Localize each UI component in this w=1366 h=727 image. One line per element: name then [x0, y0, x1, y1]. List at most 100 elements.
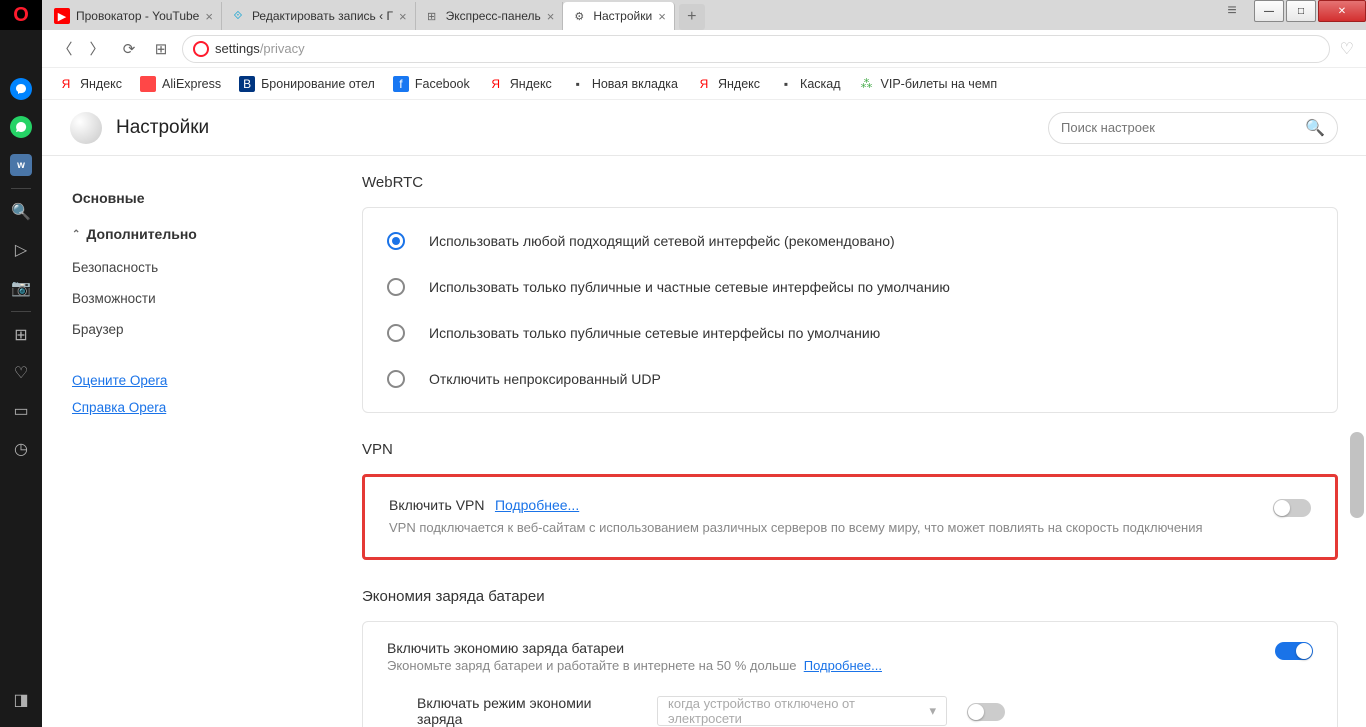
battery-mode-toggle[interactable] — [967, 703, 1005, 721]
opera-icon — [193, 41, 209, 57]
bookmark-2[interactable]: BБронирование отел — [239, 76, 375, 92]
history-icon[interactable]: ◷ — [0, 430, 42, 468]
reload-button[interactable]: ⟳ — [118, 38, 140, 60]
bookmark-4[interactable]: Я Яндекс — [488, 76, 552, 92]
bookmark-5[interactable]: ▪ Новая вкладка — [570, 76, 678, 92]
bookmark-8[interactable]: ⁂VIP-билеты на чемп — [859, 76, 998, 92]
webrtc-option-0[interactable]: Использовать любой подходящий сетевой ин… — [363, 218, 1337, 264]
search-icon: 🔍 — [1305, 118, 1325, 138]
news-icon[interactable]: ▭ — [0, 392, 42, 430]
radio-label: Использовать только публичные и частные … — [429, 279, 950, 295]
menu-icon[interactable]: ≡ — [1218, 0, 1246, 22]
search-icon[interactable]: 🔍 — [0, 193, 42, 231]
radio-icon — [387, 278, 405, 296]
battery-toggle[interactable] — [1275, 642, 1313, 660]
bookmark-7[interactable]: ▪Каскад — [778, 76, 840, 92]
search-input[interactable] — [1061, 120, 1305, 135]
maximize-button[interactable]: □ — [1286, 0, 1316, 22]
nav-advanced[interactable]: ⌃Дополнительно — [72, 216, 272, 252]
tab-favicon: ▶ — [54, 8, 70, 24]
nav-basic[interactable]: Основные — [72, 180, 272, 216]
bookmark-1[interactable]: AliExpress — [140, 76, 221, 92]
webrtc-option-1[interactable]: Использовать только публичные и частные … — [363, 264, 1337, 310]
bookmark-3[interactable]: f Facebook — [393, 76, 470, 92]
radio-label: Отключить непроксированный UDP — [429, 371, 661, 387]
bookmark-6[interactable]: ЯЯндекс — [696, 76, 760, 92]
rate-opera-link[interactable]: Оцените Opera — [72, 367, 272, 394]
tab-close-icon[interactable]: × — [658, 9, 666, 24]
battery-title: Экономия заряда батареи — [362, 588, 1338, 605]
bookmark-favicon: ▪ — [570, 76, 586, 92]
window-controls: ≡ — □ ✕ — [1218, 0, 1366, 28]
minimize-button[interactable]: — — [1254, 0, 1284, 22]
tab-2[interactable]: ⊞Экспресс-панель× — [416, 2, 564, 30]
battery-toggle-label: Включить экономию заряда батареи — [387, 640, 1259, 656]
content-area: Основные ⌃Дополнительно Безопасность Воз… — [42, 156, 1366, 727]
nav-browser[interactable]: Браузер — [72, 314, 272, 345]
page-title: Настройки — [116, 117, 209, 139]
battery-mode-label: Включать режим экономии заряда — [417, 695, 637, 727]
bookmark-favicon — [140, 76, 156, 92]
nav-features[interactable]: Возможности — [72, 283, 272, 314]
webrtc-option-2[interactable]: Использовать только публичные сетевые ин… — [363, 310, 1337, 356]
tab-0[interactable]: ▶Провокатор - YouTube× — [46, 2, 222, 30]
chevron-down-icon: ⌃ — [72, 229, 80, 240]
help-opera-link[interactable]: Справка Opera — [72, 394, 272, 421]
tab-favicon: ⟐ — [230, 8, 246, 24]
bookmark-0[interactable]: ЯЯндекс — [58, 76, 122, 92]
camera-icon[interactable]: 📷 — [0, 269, 42, 307]
vk-icon[interactable]: w — [0, 146, 42, 184]
bookmark-favicon: ▪ — [778, 76, 794, 92]
bookmark-favicon: Я — [488, 76, 504, 92]
forward-button[interactable]: 〉 — [86, 38, 108, 60]
bookmark-label: AliExpress — [162, 77, 221, 91]
new-tab-button[interactable]: + — [679, 4, 705, 30]
tab-3[interactable]: ⚙Настройки× — [563, 2, 674, 30]
nav-security[interactable]: Безопасность — [72, 252, 272, 283]
vpn-toggle[interactable] — [1273, 499, 1311, 517]
bookmark-label: VIP-билеты на чемп — [881, 77, 998, 91]
close-button[interactable]: ✕ — [1318, 0, 1366, 22]
bookmark-favicon: B — [239, 76, 255, 92]
tab-close-icon[interactable]: × — [399, 9, 407, 24]
radio-icon — [387, 232, 405, 250]
vpn-title: VPN — [362, 441, 1338, 458]
whatsapp-icon[interactable] — [0, 108, 42, 146]
separator — [11, 188, 31, 189]
left-sidebar: O w 🔍 ▷ 📷 ⊞ ♡ ▭ ◷ ◨ — [0, 0, 42, 727]
battery-mode-select[interactable]: когда устройство отключено от электросет… — [657, 696, 947, 726]
battery-learn-more-link[interactable]: Подробнее... — [804, 658, 882, 673]
radio-icon — [387, 324, 405, 342]
scrollbar-thumb[interactable] — [1350, 432, 1364, 518]
back-button[interactable]: 〈 — [54, 38, 76, 60]
webrtc-option-3[interactable]: Отключить непроксированный UDP — [363, 356, 1337, 402]
speed-dial-icon[interactable]: ⊞ — [0, 316, 42, 354]
heart-icon[interactable]: ♡ — [0, 354, 42, 392]
separator — [11, 311, 31, 312]
settings-logo-icon — [70, 112, 102, 144]
opera-logo[interactable]: O — [0, 0, 42, 30]
tab-title: Редактировать запись ‹ Г — [252, 9, 393, 23]
radio-label: Использовать только публичные сетевые ин… — [429, 325, 880, 341]
sidebar-toggle-icon[interactable]: ◨ — [0, 681, 42, 719]
radio-icon — [387, 370, 405, 388]
bookmark-label: Яндекс — [510, 77, 552, 91]
toolbar: 〈 〉 ⟳ ⊞ settings/privacy ♡ — [42, 30, 1366, 68]
tab-close-icon[interactable]: × — [205, 9, 213, 24]
bookmark-favicon: Я — [696, 76, 712, 92]
vpn-card: Включить VPN Подробнее... VPN подключает… — [362, 474, 1338, 560]
tab-close-icon[interactable]: × — [547, 9, 555, 24]
bookmark-heart-icon[interactable]: ♡ — [1340, 39, 1354, 59]
messenger-icon[interactable] — [0, 70, 42, 108]
speed-dial-button[interactable]: ⊞ — [150, 38, 172, 60]
settings-search[interactable]: 🔍 — [1048, 112, 1338, 144]
address-bar[interactable]: settings/privacy — [182, 35, 1330, 63]
tab-1[interactable]: ⟐ Редактировать запись ‹ Г × — [222, 2, 416, 30]
vpn-learn-more-link[interactable]: Подробнее... — [495, 497, 579, 513]
tab-bar: ▶Провокатор - YouTube× ⟐ Редактировать зап… — [42, 0, 1366, 30]
bookmark-favicon: f — [393, 76, 409, 92]
tab-title: Настройки — [593, 9, 652, 23]
bookmark-label: Новая вкладка — [592, 77, 678, 91]
play-icon[interactable]: ▷ — [0, 231, 42, 269]
bookmark-label: Facebook — [415, 77, 470, 91]
